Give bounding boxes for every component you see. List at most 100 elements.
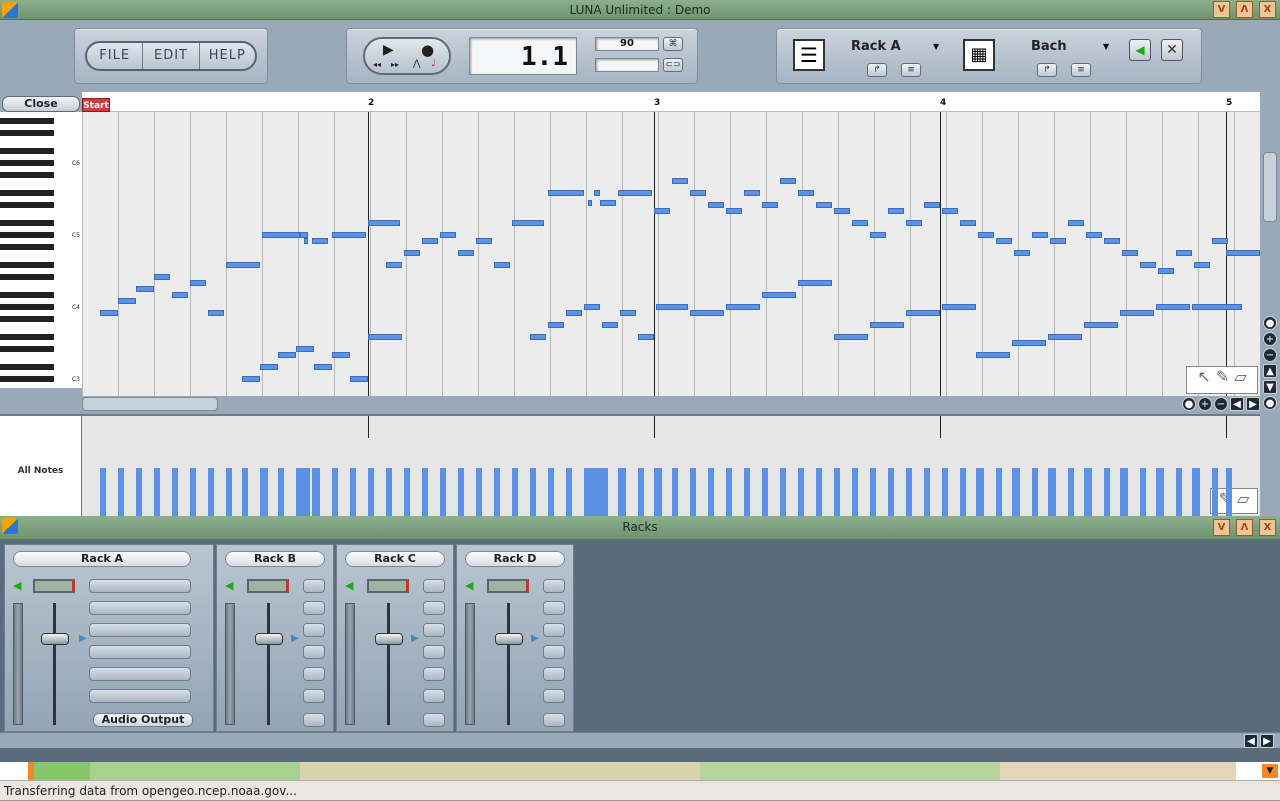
midi-note[interactable] [942,304,976,310]
rack-a-fader-knob[interactable] [41,633,69,645]
rack-c-slot[interactable] [423,601,445,615]
velocity-bar[interactable] [100,468,106,516]
rack-c-fader-track[interactable] [387,603,390,725]
midi-note[interactable] [594,190,600,196]
midi-note[interactable] [1158,268,1174,274]
eraser-tool-icon[interactable]: ▱ [1234,367,1246,386]
midi-note[interactable] [278,352,296,358]
racks-scrollbar[interactable]: ◀ ▶ [0,732,1280,748]
fast-forward-icon[interactable]: ▸▸ [391,60,399,69]
velocity-bar[interactable] [726,468,732,516]
velocity-bar[interactable] [1226,468,1232,516]
h-zoom-out-icon[interactable]: − [1214,397,1228,411]
rack-b-speaker-icon[interactable]: ◀ [225,580,237,592]
velocity-bar[interactable] [548,468,554,516]
black-key[interactable] [0,130,54,136]
midi-note[interactable] [690,310,724,316]
rack-d-slot[interactable] [543,645,565,659]
black-key[interactable] [0,160,54,166]
velocity-bar[interactable] [208,468,214,516]
rack-b-fader-knob[interactable] [255,633,283,645]
midi-note[interactable] [494,262,510,268]
midi-note[interactable] [906,220,922,226]
midi-note[interactable] [154,274,170,280]
velocity-bar[interactable] [834,468,840,516]
midi-note[interactable] [798,190,814,196]
velocity-bar[interactable] [602,468,608,516]
midi-note[interactable] [1120,310,1154,316]
rack-d-slot[interactable] [543,689,565,703]
rack-b-fader-track[interactable] [267,603,270,725]
midi-note[interactable] [1050,238,1066,244]
black-key[interactable] [0,346,54,352]
midi-note[interactable] [656,304,688,310]
rack-b-slot[interactable] [303,667,325,681]
midi-note[interactable] [422,238,438,244]
midi-note[interactable] [638,334,654,340]
midi-note[interactable] [332,232,366,238]
midi-note[interactable] [1226,250,1260,256]
scroll-down-icon[interactable]: ▼ [1263,380,1277,394]
velocity-bar[interactable] [1050,468,1056,516]
rack-c-title[interactable]: Rack C [345,551,445,567]
midi-note[interactable] [1086,232,1102,238]
zoom-reset-icon[interactable]: ● [1263,316,1277,330]
rack-a-slot[interactable] [89,667,191,681]
velocity-bar[interactable] [458,468,464,516]
map-dropdown-icon[interactable]: ▼ [1262,764,1278,778]
velocity-bar[interactable] [314,468,320,516]
racks-scroll-left-icon[interactable]: ◀ [1244,734,1258,748]
rack-d-slot[interactable] [543,623,565,637]
remove-instrument-icon[interactable]: ✕ [1161,39,1183,61]
velocity-bar[interactable] [1086,468,1092,516]
black-key[interactable] [0,244,54,250]
menu-file[interactable]: FILE [87,43,144,69]
velocity-bar[interactable] [1176,468,1182,516]
velocity-bar[interactable] [368,468,374,516]
rack-d-title[interactable]: Rack D [465,551,565,567]
midi-note[interactable] [404,250,420,256]
black-key[interactable] [0,376,54,382]
velocity-bar[interactable] [638,468,644,516]
velocity-bar[interactable] [960,468,966,516]
midi-note[interactable] [834,334,868,340]
scroll-thumb[interactable] [1263,152,1277,222]
velocity-bar[interactable] [1032,468,1038,516]
zoom-out-icon[interactable]: − [1263,348,1277,362]
rack-selector-label[interactable]: Rack A [851,39,901,54]
piano-roll[interactable]: Start 2 3 4 5 [82,92,1260,396]
midi-note[interactable] [458,250,474,256]
velocity-bar[interactable] [226,468,232,516]
midi-note[interactable] [618,190,652,196]
minimize-button[interactable]: V [1213,1,1230,18]
midi-note[interactable] [834,208,850,214]
black-key[interactable] [0,274,54,280]
velocity-bar[interactable] [762,468,768,516]
instrument-icon[interactable]: ▦ [963,39,995,71]
midi-note[interactable] [1156,304,1190,310]
black-key[interactable] [0,118,54,124]
black-key[interactable] [0,316,54,322]
velocity-eraser-icon[interactable]: ▱ [1237,489,1249,508]
midi-note[interactable] [780,178,796,184]
black-key[interactable] [0,202,54,208]
close-editor-button[interactable]: Close [2,96,80,112]
midi-note[interactable] [798,280,832,286]
rack-route-button[interactable]: ↱ [867,63,887,77]
velocity-bar[interactable] [672,468,678,516]
midi-note[interactable] [852,220,868,226]
midi-note[interactable] [548,322,564,328]
rack-d-slot[interactable] [543,601,565,615]
rack-a-title[interactable]: Rack A [13,551,191,567]
rack-dropdown-icon[interactable]: ▼ [933,42,939,51]
rack-c-slot[interactable] [423,645,445,659]
instrument-route-button[interactable]: ↱ [1037,63,1057,77]
rack-menu-button[interactable]: ≡ [901,63,921,77]
pointer-tool-icon[interactable]: ↖ [1197,367,1210,386]
velocity-bar[interactable] [1158,468,1164,516]
midi-note[interactable] [672,178,688,184]
velocity-bar[interactable] [924,468,930,516]
midi-note[interactable] [600,200,616,206]
rack-d-speaker-icon[interactable]: ◀ [465,580,477,592]
racks-scroll-right-icon[interactable]: ▶ [1260,734,1274,748]
